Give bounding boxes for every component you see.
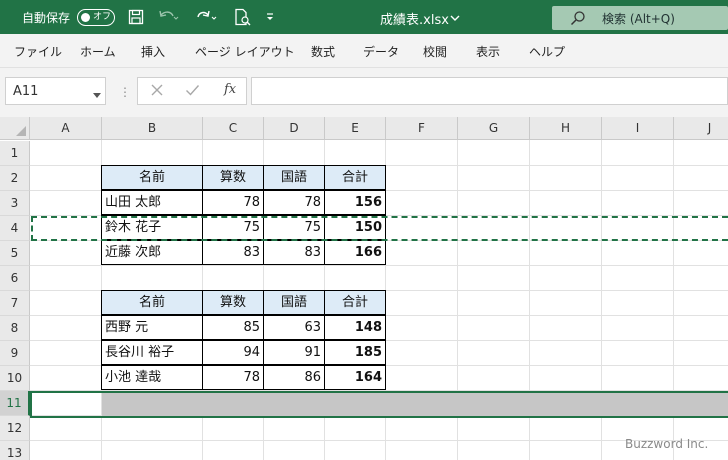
document-title[interactable]: 成績表.xlsx: [380, 9, 449, 28]
tab-view[interactable]: 表示: [476, 43, 500, 60]
autosave-state: オフ: [93, 12, 112, 22]
worksheet-grid: A B C D E F G H I J 1 2 3 4 5 6 7 8 9 10…: [0, 117, 728, 460]
table1-header-math[interactable]: 算数: [202, 165, 264, 190]
insert-function-button[interactable]: fx: [224, 82, 236, 97]
row-header-4[interactable]: 4: [0, 216, 30, 241]
row-header-7[interactable]: 7: [0, 291, 30, 316]
tab-home[interactable]: ホーム: [80, 43, 116, 60]
select-all-icon: [16, 126, 26, 136]
chevron-down-icon[interactable]: [93, 88, 101, 102]
row-header-11[interactable]: 11: [0, 391, 30, 416]
column-header-g[interactable]: G: [458, 117, 530, 140]
table-cell[interactable]: 185: [324, 340, 386, 365]
row-header-3[interactable]: 3: [0, 191, 30, 216]
search-icon: [570, 10, 586, 29]
table-cell[interactable]: 小池 達哉: [101, 365, 203, 390]
row-header-8[interactable]: 8: [0, 316, 30, 341]
row-header-5[interactable]: 5: [0, 241, 30, 266]
column-header-d[interactable]: D: [264, 117, 325, 140]
tab-review[interactable]: 校閲: [423, 43, 447, 60]
name-box[interactable]: A11: [5, 77, 106, 105]
table-cell[interactable]: 85: [202, 315, 264, 340]
table-cell[interactable]: 164: [324, 365, 386, 390]
table2-header-name[interactable]: 名前: [101, 290, 203, 315]
chevron-down-icon[interactable]: [450, 11, 460, 25]
table1-header-total[interactable]: 合計: [324, 165, 386, 190]
table-cell[interactable]: 166: [324, 240, 386, 265]
formula-input[interactable]: [251, 77, 728, 105]
row-header-1[interactable]: 1: [0, 141, 30, 166]
row-header-13[interactable]: 13: [0, 441, 30, 460]
selection-border: [30, 391, 728, 418]
search-placeholder: 検索 (Alt+Q): [602, 12, 675, 26]
more-options-icon[interactable]: ⋮: [119, 85, 131, 99]
formula-buttons: fx: [137, 77, 247, 105]
enter-check-icon[interactable]: [185, 83, 200, 101]
row-header-9[interactable]: 9: [0, 341, 30, 366]
tab-help[interactable]: ヘルプ: [529, 43, 565, 60]
customize-qat-icon[interactable]: [265, 8, 275, 26]
toggle-knob: [81, 12, 90, 22]
table1-header-name[interactable]: 名前: [101, 165, 203, 190]
column-header-i[interactable]: I: [602, 117, 674, 140]
row-header-12[interactable]: 12: [0, 416, 30, 441]
gridline: [30, 265, 728, 266]
tab-formulas[interactable]: 数式: [311, 43, 335, 60]
column-header-c[interactable]: C: [203, 117, 264, 140]
table2-header-total[interactable]: 合計: [324, 290, 386, 315]
tab-file[interactable]: ファイル: [14, 43, 62, 60]
gridline: [30, 440, 728, 441]
print-preview-icon[interactable]: [233, 8, 253, 26]
redo-icon[interactable]: [195, 8, 217, 26]
column-header-e[interactable]: E: [325, 117, 386, 140]
column-header-j[interactable]: J: [674, 117, 728, 140]
column-header-f[interactable]: F: [386, 117, 458, 140]
table-cell[interactable]: 86: [263, 365, 325, 390]
table-cell[interactable]: 91: [263, 340, 325, 365]
save-icon[interactable]: [128, 8, 144, 26]
column-header-h[interactable]: H: [530, 117, 602, 140]
row-header-10[interactable]: 10: [0, 366, 30, 391]
column-header-a[interactable]: A: [30, 117, 102, 140]
tab-page-layout[interactable]: ページ レイアウト: [195, 43, 295, 60]
table-cell[interactable]: 83: [263, 240, 325, 265]
formula-bar: A11 ⋮ fx: [0, 68, 728, 117]
table-cell[interactable]: 94: [202, 340, 264, 365]
table-cell[interactable]: 156: [324, 190, 386, 215]
ribbon-tabs: ファイル ホーム 挿入 ページ レイアウト 数式 データ 校閲 表示 ヘルプ: [0, 34, 728, 68]
select-all-corner[interactable]: [0, 117, 30, 140]
autosave-label: 自動保存: [22, 11, 71, 25]
name-box-value: A11: [13, 84, 39, 99]
table2-header-math[interactable]: 算数: [202, 290, 264, 315]
table-cell[interactable]: 78: [263, 190, 325, 215]
row-header-2[interactable]: 2: [0, 166, 30, 191]
column-header-b[interactable]: B: [102, 117, 203, 140]
table1-header-japanese[interactable]: 国語: [263, 165, 325, 190]
table-cell[interactable]: 長谷川 裕子: [101, 340, 203, 365]
table-cell[interactable]: 63: [263, 315, 325, 340]
search-box[interactable]: 検索 (Alt+Q): [552, 6, 728, 30]
autosave-toggle[interactable]: オフ: [77, 9, 115, 26]
watermark: Buzzword Inc.: [625, 437, 709, 451]
table-cell[interactable]: 78: [202, 365, 264, 390]
tab-insert[interactable]: 挿入: [141, 43, 165, 60]
table-cell[interactable]: 山田 太郎: [101, 190, 203, 215]
table-cell[interactable]: 近藤 次郎: [101, 240, 203, 265]
table-cell[interactable]: 78: [202, 190, 264, 215]
row-header-6[interactable]: 6: [0, 266, 30, 291]
tab-data[interactable]: データ: [363, 43, 399, 60]
copy-marquee: [31, 216, 728, 241]
table-cell[interactable]: 西野 元: [101, 315, 203, 340]
table2-header-japanese[interactable]: 国語: [263, 290, 325, 315]
undo-icon[interactable]: [157, 8, 179, 26]
table-cell[interactable]: 148: [324, 315, 386, 340]
cancel-icon[interactable]: [150, 83, 164, 101]
title-bar: 自動保存 オフ 成績表.xlsx 検索 (Alt+Q): [0, 0, 728, 34]
table-cell[interactable]: 83: [202, 240, 264, 265]
